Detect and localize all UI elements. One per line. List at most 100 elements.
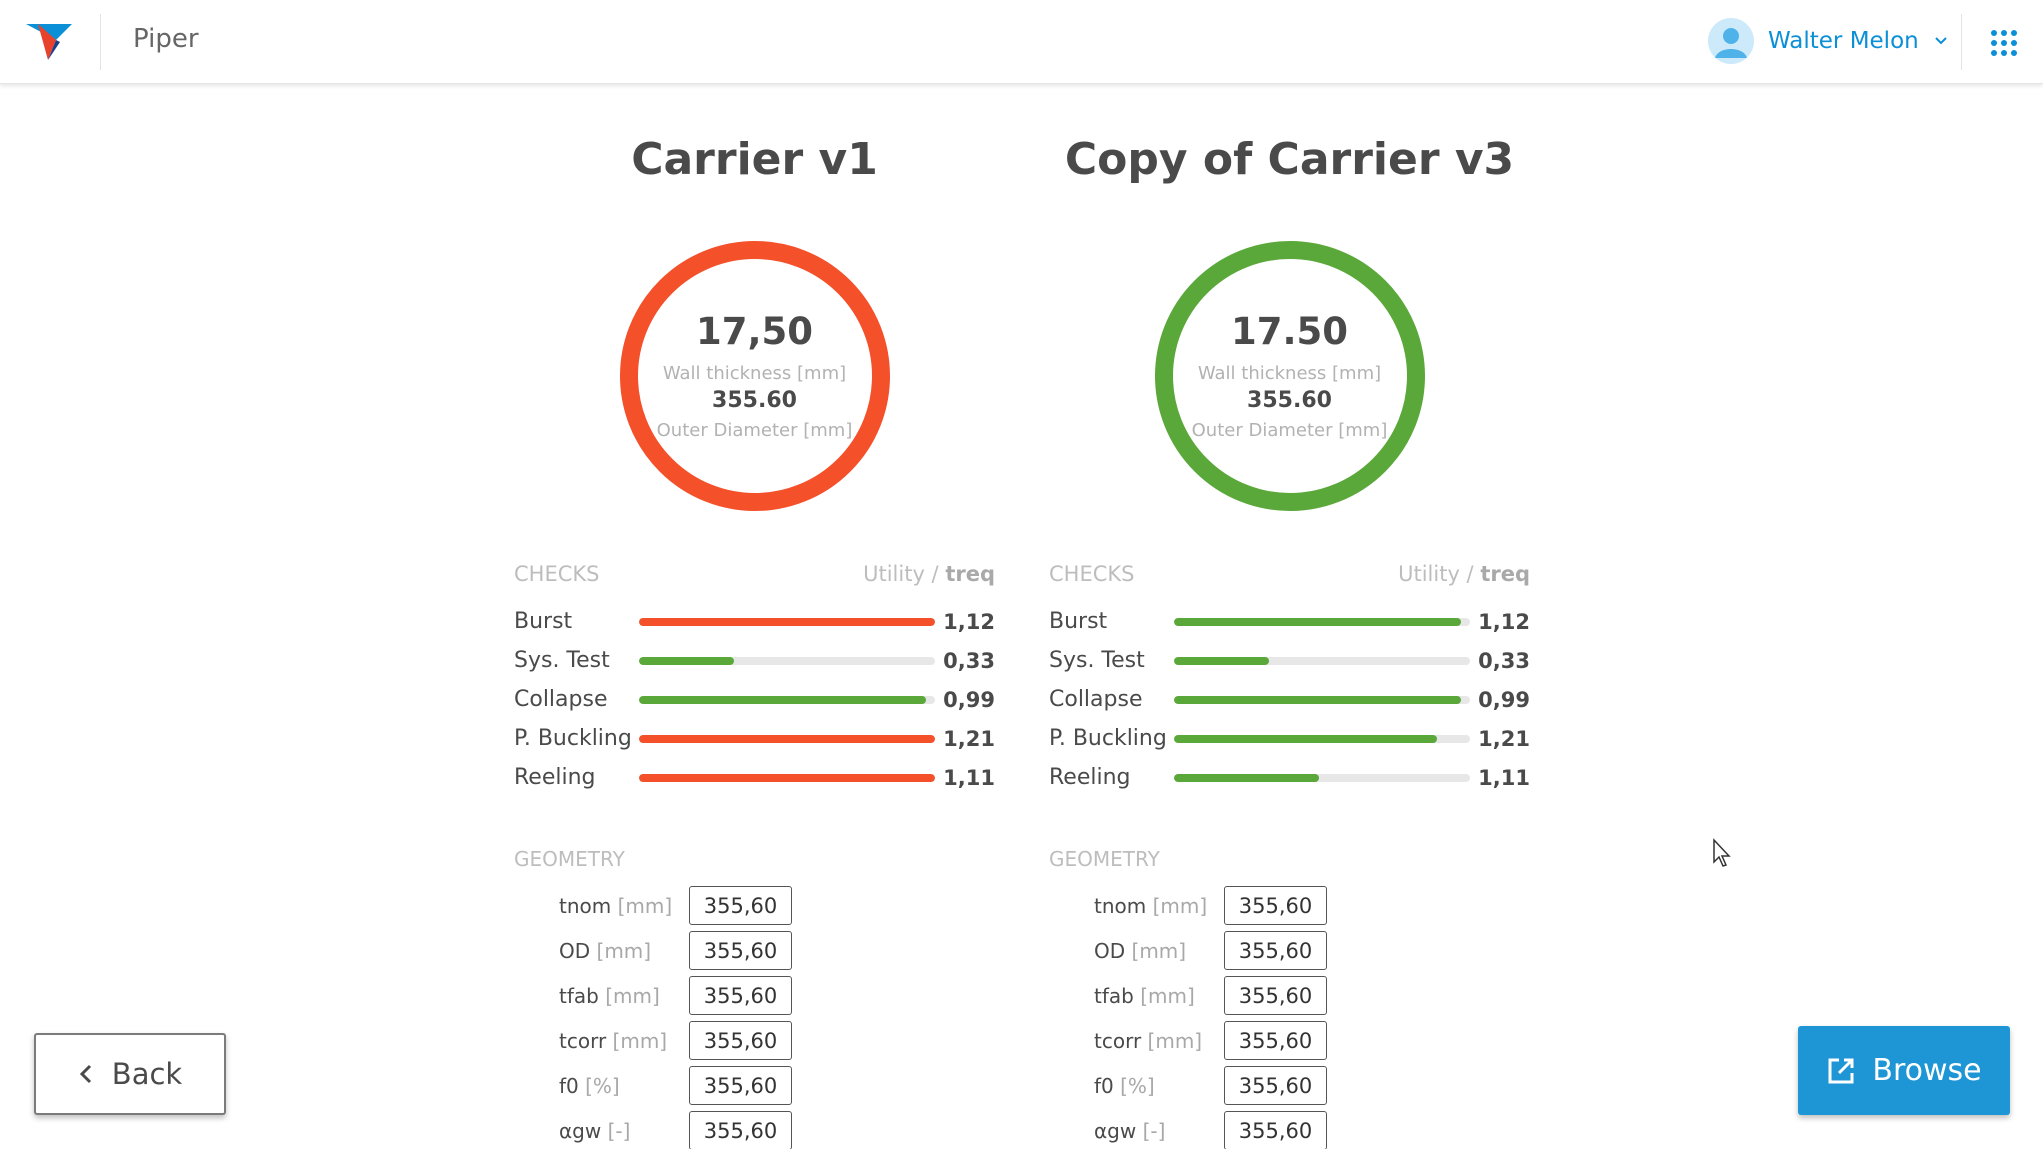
mouse-cursor-icon [1713,838,1731,867]
design-title: Carrier v1 [631,134,878,185]
geometry-label: tfab [mm] [559,983,660,1008]
geometry-row: tnom [mm] [1049,883,1530,928]
utility-bar [1174,695,1470,704]
browse-button-label: Browse [1872,1053,1982,1088]
check-value: 1,21 [1478,726,1530,751]
check-row: P. Buckling 1,21 [514,719,995,758]
wall-thickness-ring: 17.50 Wall thickness [mm] 355.60 Outer D… [1154,240,1426,512]
utility-bar [1174,773,1470,782]
check-row: Reeling 1,11 [1049,758,1530,797]
utility-heading: Utility / treq [1398,562,1530,586]
utility-bar [639,695,935,704]
check-row: Reeling 1,11 [514,758,995,797]
geometry-row: tnom [mm] [514,883,995,928]
geometry-section: GEOMETRY tnom [mm] OD [mm] tfab [mm] tcorr … [514,847,995,1149]
geometry-row: tfab [mm] [1049,973,1530,1018]
check-name: Burst [1049,609,1108,634]
check-name: P. Buckling [1049,726,1167,751]
geometry-row: f0 [%] [514,1063,995,1108]
geometry-input[interactable] [1224,1066,1327,1105]
geometry-input[interactable] [689,931,792,970]
check-value: 1,12 [1478,609,1530,634]
checks-heading: CHECKS [514,562,600,586]
geometry-row: f0 [%] [1049,1063,1530,1108]
utility-bar [639,773,935,782]
check-row: P. Buckling 1,21 [1049,719,1530,758]
utility-bar-fill [1174,773,1320,782]
geometry-label: OD [mm] [559,938,652,963]
header-divider [100,14,101,70]
utility-bar-fill [1174,656,1269,665]
design-column-carrier-v1: Carrier v1 17,50 Wall thickness [mm] 355… [514,130,995,1149]
geometry-heading: GEOMETRY [1049,847,1160,871]
geometry-label: tcorr [mm] [1094,1028,1203,1053]
geometry-input[interactable] [1224,976,1327,1015]
geometry-input[interactable] [689,1021,792,1060]
back-button[interactable]: Back [34,1033,226,1115]
geometry-row: αgw [-] [1049,1108,1530,1149]
geometry-input[interactable] [689,1066,792,1105]
geometry-input[interactable] [1224,886,1327,925]
check-value: 0,99 [943,687,995,712]
geometry-label: f0 [%] [559,1073,620,1098]
geometry-label: tnom [mm] [1094,893,1208,918]
chevron-left-icon [79,1064,91,1084]
design-title: Copy of Carrier v3 [1064,134,1515,185]
check-value: 1,11 [1478,765,1530,790]
utility-bar [639,617,935,626]
app-name: Piper [133,24,199,54]
geometry-input[interactable] [689,886,792,925]
design-column-copy-of-carrier-v3: Copy of Carrier v3 17.50 Wall thickness … [1049,130,1530,1149]
external-link-icon [1828,1058,1854,1083]
check-row: Sys. Test 0,33 [514,641,995,680]
utility-bar-fill [1174,695,1462,704]
geometry-row: tfab [mm] [514,973,995,1018]
check-name: Collapse [514,687,608,712]
geometry-row: OD [mm] [1049,928,1530,973]
outer-diameter-label: Outer Diameter [mm] [656,420,853,441]
check-name: Reeling [1049,765,1131,790]
check-name: Sys. Test [514,648,610,673]
utility-bar [1174,617,1470,626]
check-name: Sys. Test [1049,648,1145,673]
geometry-input[interactable] [689,1111,792,1149]
user-name: Walter Melon [1768,28,1919,54]
utility-bar-fill [1174,617,1462,626]
check-row: Sys. Test 0,33 [1049,641,1530,680]
geometry-label: αgw [-] [559,1118,631,1143]
wall-thickness-label: Wall thickness [mm] [1197,363,1382,384]
apps-grid-icon[interactable] [1991,30,2017,56]
check-value: 0,99 [1478,687,1530,712]
geometry-label: f0 [%] [1094,1073,1155,1098]
logo-icon[interactable] [26,22,72,62]
geometry-label: αgw [-] [1094,1118,1166,1143]
back-button-label: Back [111,1057,183,1091]
browse-button[interactable]: Browse [1798,1026,2010,1115]
geometry-row: OD [mm] [514,928,995,973]
user-avatar-icon [1708,18,1754,64]
utility-bar-fill [639,617,935,626]
geometry-label: tcorr [mm] [559,1028,668,1053]
utility-bar [639,656,935,665]
check-name: Burst [514,609,573,634]
geometry-section: GEOMETRY tnom [mm] OD [mm] tfab [mm] tcorr … [1049,847,1530,1149]
geometry-label: tfab [mm] [1094,983,1195,1008]
checks-section: CHECKS Utility / treq Burst 1,12 Sys. Test… [1049,562,1530,797]
user-menu[interactable]: Walter Melon [1708,16,1949,66]
check-row: Burst 1,12 [1049,602,1530,641]
utility-bar [1174,656,1470,665]
check-value: 1,12 [943,609,995,634]
geometry-input[interactable] [689,976,792,1015]
geometry-input[interactable] [1224,1021,1327,1060]
check-name: Reeling [514,765,596,790]
outer-diameter-value: 355.60 [1247,388,1332,413]
geometry-input[interactable] [1224,931,1327,970]
utility-heading: Utility / treq [863,562,995,586]
geometry-input[interactable] [1224,1111,1327,1149]
utility-bar [1174,734,1470,743]
check-row: Burst 1,12 [514,602,995,641]
check-name: Collapse [1049,687,1143,712]
geometry-row: tcorr [mm] [514,1018,995,1063]
checks-heading: CHECKS [1049,562,1135,586]
check-name: P. Buckling [514,726,632,751]
